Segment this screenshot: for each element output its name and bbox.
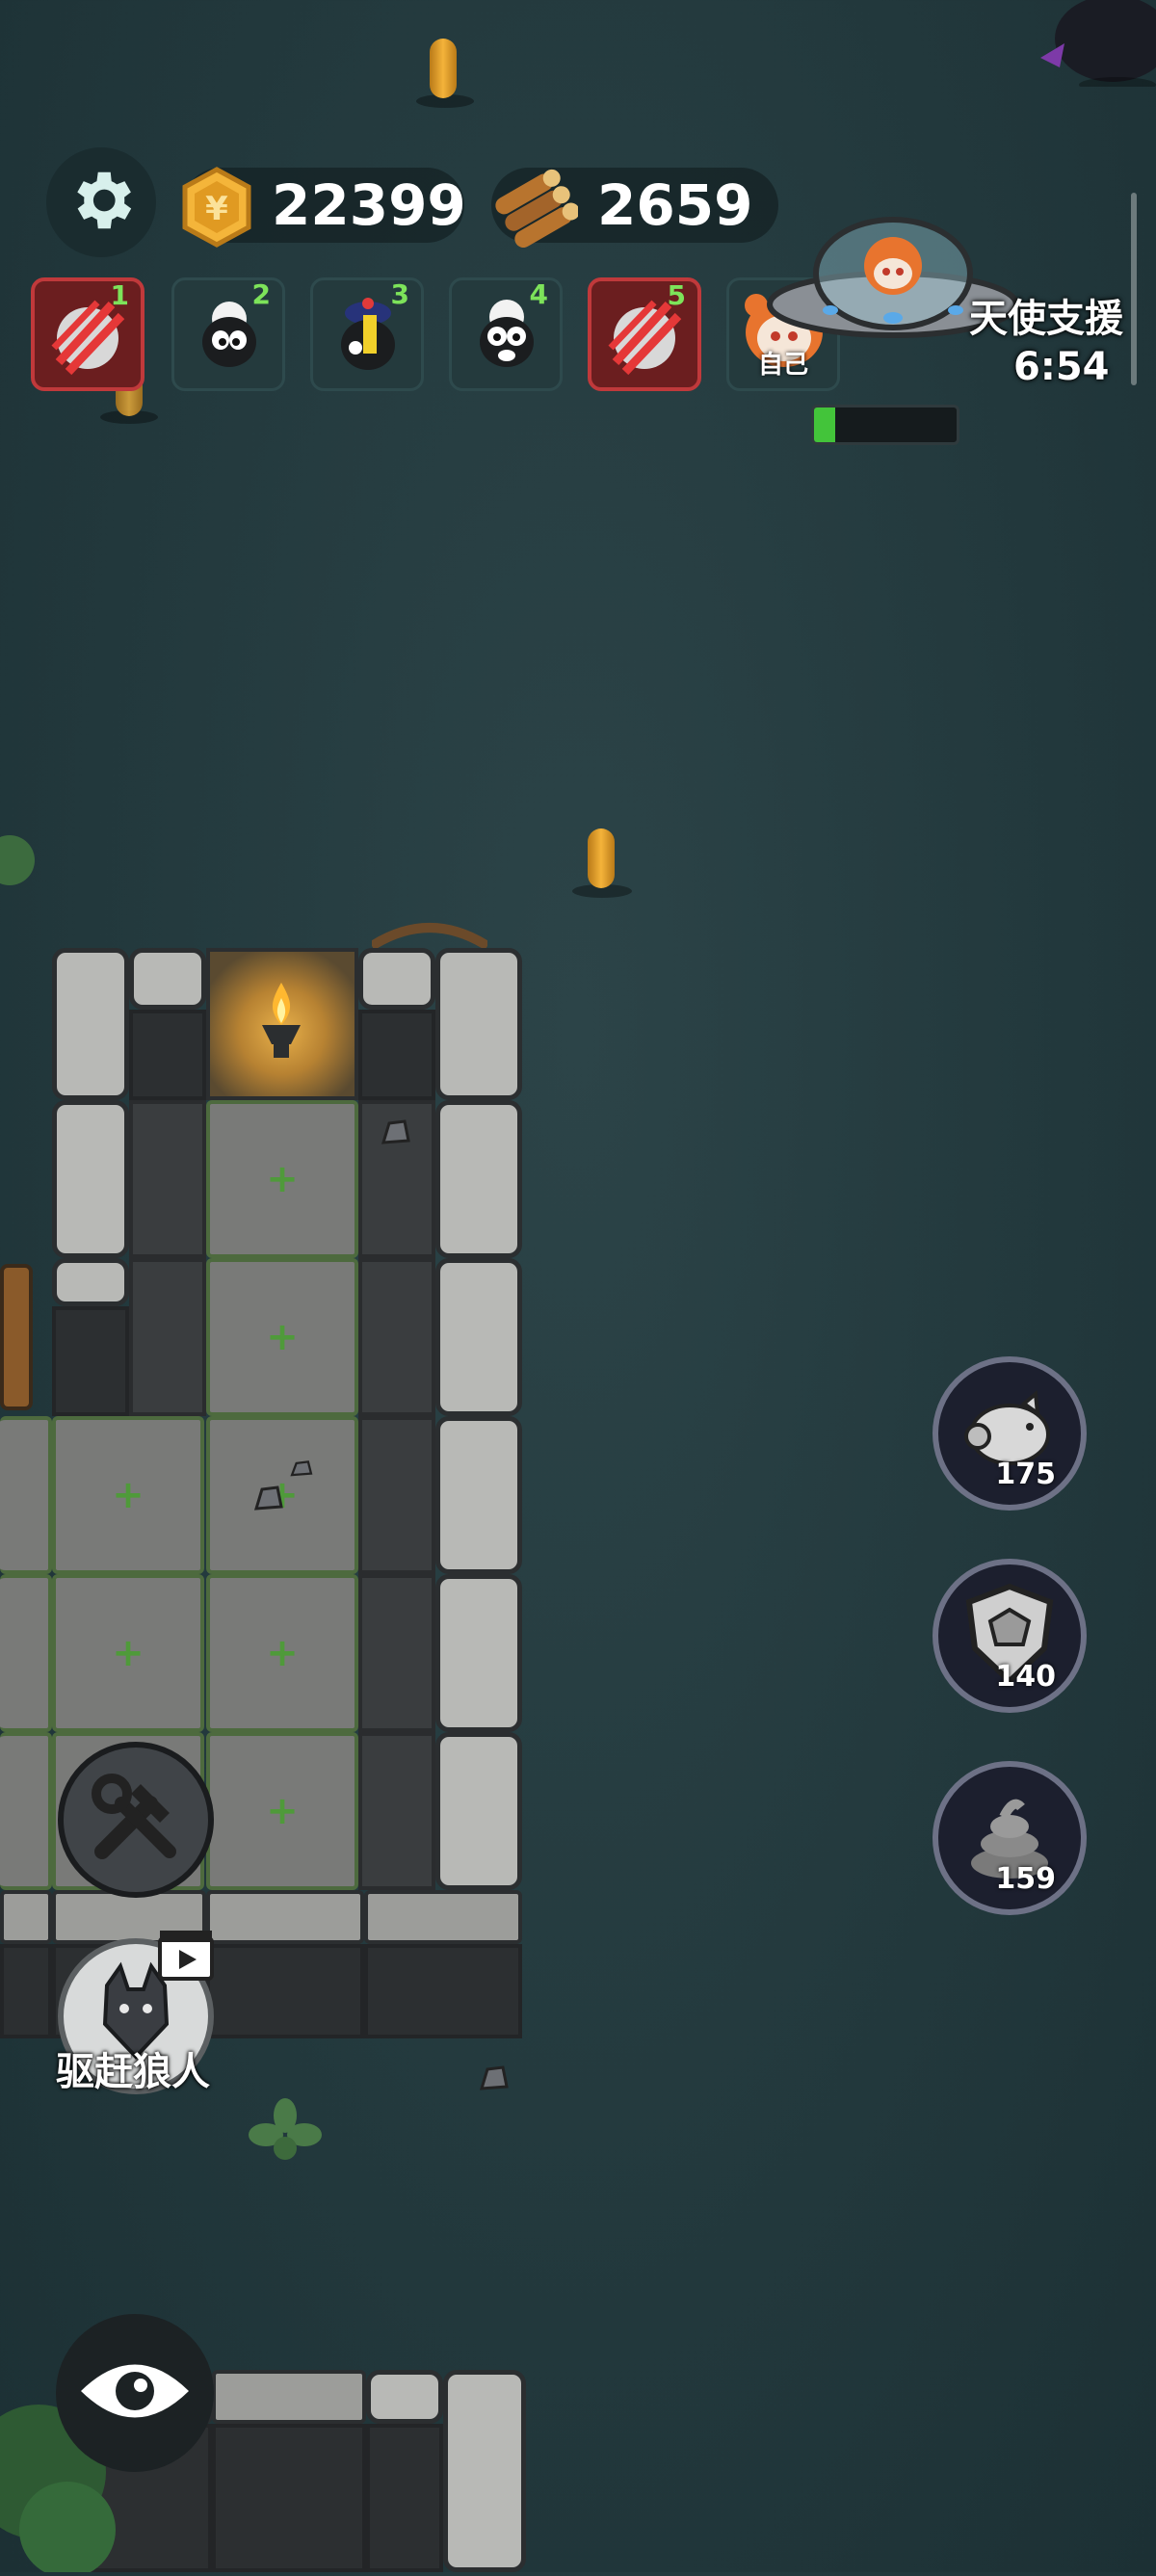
floor-slot-partial[interactable]	[0, 1416, 52, 1574]
slot-number: 4	[529, 278, 548, 310]
wood-value: 2659	[597, 172, 753, 238]
wall-brick	[212, 2424, 366, 2572]
wall-stone	[358, 948, 435, 1010]
plant-icon	[247, 2096, 324, 2168]
rock-icon	[478, 2063, 511, 2100]
wall-dark	[358, 1258, 435, 1416]
shield-button[interactable]: 140	[933, 1559, 1087, 1713]
wall-brick	[0, 1944, 52, 2038]
plus-icon: +	[266, 1315, 299, 1359]
floor-slot-partial[interactable]	[0, 1732, 52, 1890]
wall-top	[0, 1890, 52, 1944]
wall-stone	[129, 948, 206, 1010]
piggy-bank-count: 175	[995, 1458, 1056, 1491]
floor-slot[interactable]: +	[206, 1258, 358, 1416]
view-button[interactable]	[56, 2314, 214, 2472]
wall-stone	[443, 2370, 526, 2572]
floor-slot[interactable]: +	[52, 1574, 204, 1732]
wolf-creature-corner	[1021, 0, 1156, 92]
wooden-fence	[0, 1264, 33, 1410]
wall-stone	[52, 1258, 129, 1306]
wall-stone	[435, 1100, 522, 1258]
party-slot-4[interactable]: 4	[449, 277, 563, 391]
hammer-wrench-icon	[83, 1765, 189, 1875]
scroll-indicator[interactable]	[1131, 193, 1137, 385]
wall-stone	[52, 1100, 129, 1258]
wall-top	[212, 2370, 366, 2424]
svg-text:¥: ¥	[205, 190, 228, 228]
wall-top	[364, 1890, 522, 1944]
log-decoration	[369, 919, 490, 952]
floor-slot[interactable]: +	[52, 1416, 204, 1574]
rock-icon	[289, 1459, 314, 1484]
video-ad-icon	[158, 1929, 214, 1985]
eye-icon	[77, 2357, 193, 2429]
wall-stone	[435, 1258, 522, 1416]
floor-slot[interactable]: +	[206, 1100, 358, 1258]
wall-stone	[435, 1574, 522, 1732]
wall-top	[206, 1890, 364, 1944]
slot-number: 2	[251, 278, 271, 310]
wall-dark	[358, 1416, 435, 1574]
wall-stone	[435, 1416, 522, 1574]
piggy-bank-button[interactable]: 175	[933, 1356, 1087, 1511]
coins-value: 22399	[272, 172, 466, 238]
wall-brick	[358, 1010, 435, 1100]
wall-stone	[435, 948, 522, 1100]
torch-icon	[252, 977, 310, 1067]
wall-brick	[364, 1944, 522, 2038]
poop-button[interactable]: 159	[933, 1761, 1087, 1915]
wall-stone	[52, 948, 129, 1100]
wall-brick	[206, 1944, 364, 2038]
wall-brick	[52, 1306, 129, 1416]
slot-number: 1	[110, 279, 129, 311]
wall-brick	[129, 1010, 206, 1100]
rock-icon	[380, 1117, 412, 1154]
angel-support-title: 天使支援	[969, 297, 1123, 341]
gear-icon	[64, 163, 139, 242]
bush-icon	[0, 827, 39, 898]
wall-stone	[366, 2370, 443, 2424]
wall-brick	[366, 2424, 443, 2572]
floor-slot-partial[interactable]	[0, 1574, 52, 1732]
settings-button[interactable]	[46, 147, 156, 257]
plus-icon: +	[266, 1789, 299, 1833]
party-slot-1[interactable]: 1	[31, 277, 144, 391]
wall-dark	[358, 1732, 435, 1890]
coin-icon: ¥	[175, 166, 258, 252]
plus-icon: +	[266, 1631, 299, 1675]
wall-stone	[435, 1732, 522, 1890]
wall-dark	[129, 1100, 206, 1258]
wood-logs-icon	[486, 162, 580, 252]
build-button[interactable]	[58, 1742, 214, 1898]
plus-icon: +	[112, 1473, 144, 1517]
drive-wolf-label: 驱赶狼人	[56, 2050, 210, 2094]
plus-icon: +	[112, 1631, 144, 1675]
map-coin[interactable]	[430, 39, 457, 98]
map-coin[interactable]	[588, 828, 615, 888]
angel-support-timer: 6:54	[1013, 345, 1110, 389]
party-slot-2[interactable]: 2	[171, 277, 285, 391]
plus-icon: +	[266, 1157, 299, 1201]
poop-count: 159	[995, 1862, 1056, 1896]
slot-number: 3	[390, 278, 409, 310]
party-slot-3[interactable]: 3	[310, 277, 424, 391]
shield-count: 140	[995, 1660, 1056, 1694]
party-slot-5[interactable]: 5	[588, 277, 701, 391]
floor-slot[interactable]: +	[206, 1574, 358, 1732]
wall-dark	[129, 1258, 206, 1416]
wall-dark	[358, 1574, 435, 1732]
angel-support-progress-fill	[814, 407, 836, 442]
angel-support-progress-bar	[811, 405, 959, 445]
rock-icon	[252, 1484, 285, 1520]
floor-slot[interactable]: +	[206, 1732, 358, 1890]
slot-number: 5	[667, 279, 686, 311]
